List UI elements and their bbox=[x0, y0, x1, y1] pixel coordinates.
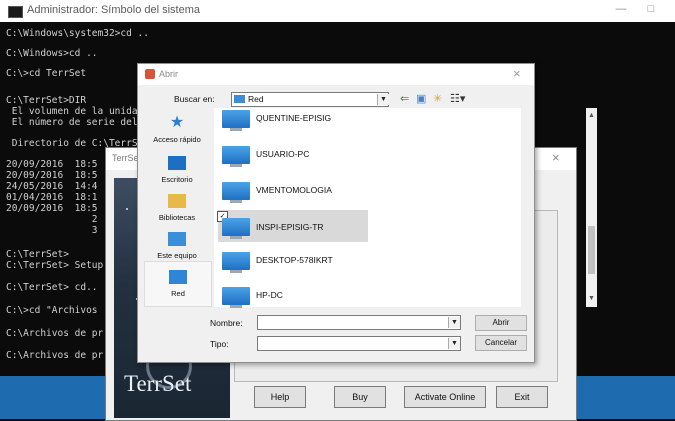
file-type-select[interactable]: ▼ bbox=[257, 336, 461, 351]
computer-icon bbox=[168, 232, 186, 246]
console-line: El número de serie del bbox=[6, 117, 138, 128]
console-line: 20/09/2016 18:5 bbox=[6, 203, 98, 214]
open-file-dialog: Abrir × Buscar en: Red ▼ ⇐ ▣ ✳ ☷▾ ★ Acce… bbox=[137, 63, 597, 363]
file-name-input[interactable]: ▼ bbox=[257, 315, 461, 330]
scroll-thumb[interactable] bbox=[588, 226, 595, 274]
network-computer-icon bbox=[222, 252, 250, 273]
place-network[interactable]: Red bbox=[144, 261, 212, 307]
list-item-selected[interactable]: ✓ INSPI-EPISIG-TR bbox=[217, 210, 368, 242]
network-computer-icon bbox=[222, 182, 250, 203]
type-label: Tipo: bbox=[210, 339, 229, 349]
item-name: HP-DC bbox=[256, 290, 283, 300]
look-in-value: Red bbox=[248, 94, 264, 104]
cancel-button[interactable]: Cancelar bbox=[475, 335, 527, 351]
console-line: 20/09/2016 18:5 bbox=[6, 159, 98, 170]
console-line: C:\>cd TerrSet bbox=[6, 68, 87, 79]
look-in-label: Buscar en: bbox=[174, 94, 215, 104]
network-computer-icon bbox=[222, 110, 250, 131]
network-computer-icon bbox=[222, 287, 250, 308]
close-icon[interactable]: × bbox=[552, 150, 560, 165]
console-line: 2 bbox=[6, 214, 98, 225]
console-titlebar: Administrador: Símbolo del sistema — □ bbox=[0, 0, 675, 22]
console-line: C:\Windows\system32>cd .. bbox=[6, 28, 149, 39]
console-line: C:\TerrSet> Setup bbox=[6, 260, 104, 271]
vertical-scrollbar[interactable]: ▲ ▼ bbox=[586, 108, 597, 307]
console-title: Administrador: Símbolo del sistema bbox=[27, 4, 201, 16]
app-icon bbox=[145, 69, 155, 79]
list-item[interactable]: QUENTINE-EPISIG bbox=[218, 106, 368, 131]
console-line: 3 bbox=[6, 225, 98, 236]
star-dot bbox=[126, 208, 128, 210]
minimize-button[interactable]: — bbox=[606, 3, 636, 19]
console-line: C:\Archivos de pr bbox=[6, 328, 104, 339]
network-computer-icon bbox=[222, 146, 250, 167]
back-arrow-icon[interactable]: ⇐ bbox=[400, 92, 409, 105]
console-line: 01/04/2016 18:1 bbox=[6, 192, 98, 203]
close-icon[interactable]: × bbox=[513, 66, 521, 81]
scroll-down-icon[interactable]: ▼ bbox=[588, 295, 595, 302]
chevron-down-icon[interactable]: ▼ bbox=[377, 94, 389, 105]
console-line: 24/05/2016 14:4 bbox=[6, 181, 98, 192]
network-icon bbox=[234, 95, 245, 103]
item-name: QUENTINE-EPISIG bbox=[256, 113, 332, 123]
scroll-up-icon[interactable]: ▲ bbox=[588, 112, 595, 119]
place-label: Red bbox=[171, 289, 185, 298]
place-label: Este equipo bbox=[157, 251, 197, 260]
place-label: Bibliotecas bbox=[158, 213, 196, 222]
activate-online-button[interactable]: Activate Online bbox=[404, 386, 486, 408]
console-line: C:\TerrSet> cd.. bbox=[6, 282, 98, 293]
chevron-down-icon[interactable]: ▼ bbox=[448, 338, 460, 349]
dialog-titlebar: Abrir × bbox=[138, 64, 534, 85]
console-line: 20/09/2016 18:5 bbox=[6, 170, 98, 181]
desktop-icon bbox=[168, 156, 186, 170]
network-computer-icon bbox=[222, 218, 250, 239]
console-line: C:\Windows>cd .. bbox=[6, 48, 98, 59]
place-label: Acceso rápido bbox=[153, 135, 201, 144]
console-line: C:\TerrSet>DIR bbox=[6, 95, 87, 106]
list-item[interactable]: USUARIO-PC bbox=[218, 142, 368, 167]
view-menu-icon[interactable]: ☷▾ bbox=[450, 92, 465, 105]
console-line: C:\>cd "Archivos bbox=[6, 305, 98, 316]
item-name: DESKTOP-578IKRT bbox=[256, 255, 333, 265]
item-name: INSPI-EPISIG-TR bbox=[256, 222, 324, 232]
dialog-title: Abrir bbox=[159, 69, 179, 79]
item-name: USUARIO-PC bbox=[256, 149, 310, 159]
list-item[interactable]: VMENTOMOLOGIA bbox=[218, 178, 368, 203]
command-prompt-icon bbox=[8, 6, 23, 18]
places-bar: ★ Acceso rápido Escritorio Bibliotecas E… bbox=[144, 108, 212, 307]
list-item[interactable]: DESKTOP-578IKRT bbox=[218, 248, 368, 273]
maximize-button[interactable]: □ bbox=[636, 3, 666, 19]
help-button[interactable]: Help bbox=[254, 386, 306, 408]
network-icon bbox=[169, 270, 187, 284]
dialog-toolbar: ⇐ ▣ ✳ ☷▾ bbox=[400, 92, 480, 106]
terrset-logo: TerrSet bbox=[124, 371, 192, 396]
name-label: Nombre: bbox=[210, 318, 243, 328]
list-item[interactable]: HP-DC bbox=[218, 283, 368, 308]
place-label: Escritorio bbox=[161, 175, 193, 184]
buy-button[interactable]: Buy bbox=[334, 386, 386, 408]
look-in-select[interactable]: Red ▼ bbox=[231, 92, 389, 107]
terrset-button-bar: Help Buy Activate Online Exit bbox=[234, 383, 556, 417]
item-name: VMENTOMOLOGIA bbox=[256, 185, 332, 195]
console-line: El volumen de la unida bbox=[6, 106, 138, 117]
exit-button[interactable]: Exit bbox=[496, 386, 548, 408]
up-folder-icon[interactable]: ▣ bbox=[416, 92, 426, 105]
star-icon: ★ bbox=[169, 114, 185, 131]
new-folder-icon[interactable]: ✳ bbox=[433, 92, 442, 105]
open-button[interactable]: Abrir bbox=[475, 315, 527, 331]
file-list[interactable]: QUENTINE-EPISIG USUARIO-PC VMENTOMOLOGIA… bbox=[214, 106, 597, 308]
chevron-down-icon[interactable]: ▼ bbox=[448, 317, 460, 328]
libraries-icon bbox=[168, 194, 186, 208]
console-line: C:\TerrSet> bbox=[6, 249, 69, 260]
console-line: C:\Archivos de pr bbox=[6, 350, 104, 361]
